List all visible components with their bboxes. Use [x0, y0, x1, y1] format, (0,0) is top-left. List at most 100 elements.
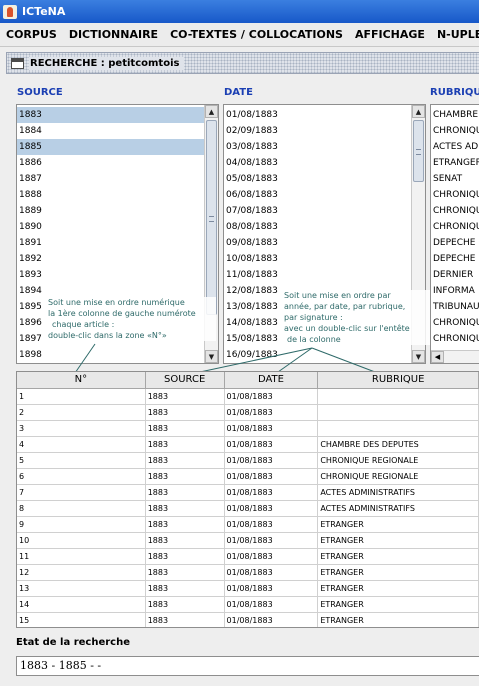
rubrique-list-item[interactable]: ACTES AD: [431, 139, 479, 155]
rubrique-list-item[interactable]: ETRANGER: [431, 155, 479, 171]
date-list-item[interactable]: 05/08/1883: [224, 171, 425, 187]
date-list-item[interactable]: 16/09/1883: [224, 347, 425, 363]
cell-date: 01/08/1883: [225, 597, 319, 612]
rubrique-list-item[interactable]: CHRONIQU: [431, 123, 479, 139]
menu-dictionnaire[interactable]: DICTIONNAIRE: [69, 28, 158, 41]
source-list-item[interactable]: 1898: [17, 347, 218, 363]
rubrique-list-item[interactable]: CHAMBRE: [431, 107, 479, 123]
scroll-left-icon[interactable]: ◀: [431, 351, 444, 363]
cell-n: 4: [17, 437, 146, 452]
table-row[interactable]: 10 1883 01/08/1883 ETRANGER: [17, 533, 479, 549]
rubrique-list-item[interactable]: CHRONIQU: [431, 203, 479, 219]
date-list-item[interactable]: 10/08/1883: [224, 251, 425, 267]
column-header-source[interactable]: SOURCE: [146, 372, 225, 388]
menu-bar: CORPUS DICTIONNAIRE CO-TEXTES / COLLOCAT…: [0, 23, 479, 47]
column-header-n[interactable]: N°: [17, 372, 146, 388]
table-row[interactable]: 14 1883 01/08/1883 ETRANGER: [17, 597, 479, 613]
scroll-up-icon[interactable]: ▲: [412, 105, 425, 118]
cell-n: 7: [17, 485, 146, 500]
rubrique-list-item[interactable]: DEPECHE: [431, 235, 479, 251]
source-list-item[interactable]: 1891: [17, 235, 218, 251]
source-list-item[interactable]: 1889: [17, 203, 218, 219]
source-list-item[interactable]: 1888: [17, 187, 218, 203]
column-header-date[interactable]: DATE: [225, 372, 319, 388]
rubrique-list-item[interactable]: DEPECHE: [431, 251, 479, 267]
cell-date: 01/08/1883: [225, 549, 319, 564]
status-field[interactable]: 1883 - 1885 - -: [16, 656, 479, 676]
cell-date: 01/08/1883: [225, 405, 319, 420]
cell-n: 9: [17, 517, 146, 532]
date-list-item[interactable]: 09/08/1883: [224, 235, 425, 251]
date-label: DATE: [224, 87, 253, 98]
date-list-item[interactable]: 04/08/1883: [224, 155, 425, 171]
table-row[interactable]: 15 1883 01/08/1883 ETRANGER: [17, 613, 479, 627]
table-row[interactable]: 5 1883 01/08/1883 CHRONIQUE REGIONALE: [17, 453, 479, 469]
menu-n-uplets[interactable]: N-UPLETS: [437, 28, 479, 41]
table-row[interactable]: 9 1883 01/08/1883 ETRANGER: [17, 517, 479, 533]
date-list-item[interactable]: 08/08/1883: [224, 219, 425, 235]
cell-date: 01/08/1883: [225, 421, 319, 436]
date-list-item[interactable]: 06/08/1883: [224, 187, 425, 203]
scroll-down-icon[interactable]: ▼: [412, 350, 425, 363]
date-list-item[interactable]: 02/09/1883: [224, 123, 425, 139]
table-row[interactable]: 8 1883 01/08/1883 ACTES ADMINISTRATIFS: [17, 501, 479, 517]
cell-n: 8: [17, 501, 146, 516]
internal-frame-header[interactable]: RECHERCHE : petitcomtois: [6, 52, 479, 74]
source-list-item[interactable]: 1893: [17, 267, 218, 283]
menu-corpus[interactable]: CORPUS: [6, 28, 57, 41]
cell-rubrique: CHRONIQUE REGIONALE: [318, 453, 479, 468]
table-row[interactable]: 11 1883 01/08/1883 ETRANGER: [17, 549, 479, 565]
source-list-item[interactable]: 1885: [17, 139, 218, 155]
cell-source: 1883: [146, 485, 225, 500]
cell-source: 1883: [146, 517, 225, 532]
rubrique-list-item[interactable]: INFORMA: [431, 283, 479, 299]
date-list-item[interactable]: 01/08/1883: [224, 107, 425, 123]
scroll-down-icon[interactable]: ▼: [205, 350, 218, 363]
source-list-item[interactable]: 1884: [17, 123, 218, 139]
table-row[interactable]: 6 1883 01/08/1883 CHRONIQUE REGIONALE: [17, 469, 479, 485]
source-list-item[interactable]: 1887: [17, 171, 218, 187]
cell-source: 1883: [146, 597, 225, 612]
scroll-thumb[interactable]: [206, 120, 217, 315]
date-list-item[interactable]: 07/08/1883: [224, 203, 425, 219]
column-header-rubrique[interactable]: RUBRIQUE: [318, 372, 479, 388]
menu-affichage[interactable]: AFFICHAGE: [355, 28, 425, 41]
table-row[interactable]: 7 1883 01/08/1883 ACTES ADMINISTRATIFS: [17, 485, 479, 501]
cell-rubrique: [318, 421, 479, 436]
scroll-up-icon[interactable]: ▲: [205, 105, 218, 118]
source-list-item[interactable]: 1883: [17, 107, 218, 123]
rubrique-list-item[interactable]: CHRONIQU: [431, 315, 479, 331]
cell-date: 01/08/1883: [225, 501, 319, 516]
table-row[interactable]: 1 1883 01/08/1883: [17, 389, 479, 405]
cell-n: 13: [17, 581, 146, 596]
rubrique-list[interactable]: CHAMBRE CHRONIQU ACTES AD ETRANGER SENAT CHRO…: [430, 104, 479, 364]
rubrique-label: RUBRIQUE: [430, 87, 479, 98]
rubrique-list-item[interactable]: CHRONIQU: [431, 219, 479, 235]
results-table[interactable]: N° SOURCE DATE RUBRIQUE 1 1883 01/08/1883 2…: [16, 371, 479, 628]
table-row[interactable]: 2 1883 01/08/1883: [17, 405, 479, 421]
cell-date: 01/08/1883: [225, 613, 319, 627]
status-label: Etat de la recherche: [16, 637, 131, 648]
source-list-item[interactable]: 1890: [17, 219, 218, 235]
source-list-item[interactable]: 1886: [17, 155, 218, 171]
table-row[interactable]: 12 1883 01/08/1883 ETRANGER: [17, 565, 479, 581]
source-list-item[interactable]: 1892: [17, 251, 218, 267]
date-list-item[interactable]: 11/08/1883: [224, 267, 425, 283]
rubrique-hscrollbar[interactable]: ◀: [431, 350, 479, 363]
rubrique-list-item[interactable]: DERNIER: [431, 267, 479, 283]
cell-n: 6: [17, 469, 146, 484]
rubrique-list-item[interactable]: CHRONIQU: [431, 331, 479, 347]
table-row[interactable]: 13 1883 01/08/1883 ETRANGER: [17, 581, 479, 597]
menu-co-textes-collocations[interactable]: CO-TEXTES / COLLOCATIONS: [170, 28, 343, 41]
cell-date: 01/08/1883: [225, 437, 319, 452]
rubrique-list-item[interactable]: CHRONIQU: [431, 187, 479, 203]
table-row[interactable]: 3 1883 01/08/1883: [17, 421, 479, 437]
rubrique-list-item[interactable]: TRIBUNAU: [431, 299, 479, 315]
table-row[interactable]: 4 1883 01/08/1883 CHAMBRE DES DEPUTES: [17, 437, 479, 453]
rubrique-list-item[interactable]: SENAT: [431, 171, 479, 187]
window-title: ICTeNA: [22, 5, 66, 18]
scroll-thumb[interactable]: [413, 120, 424, 182]
cell-date: 01/08/1883: [225, 453, 319, 468]
cell-source: 1883: [146, 581, 225, 596]
date-list-item[interactable]: 03/08/1883: [224, 139, 425, 155]
